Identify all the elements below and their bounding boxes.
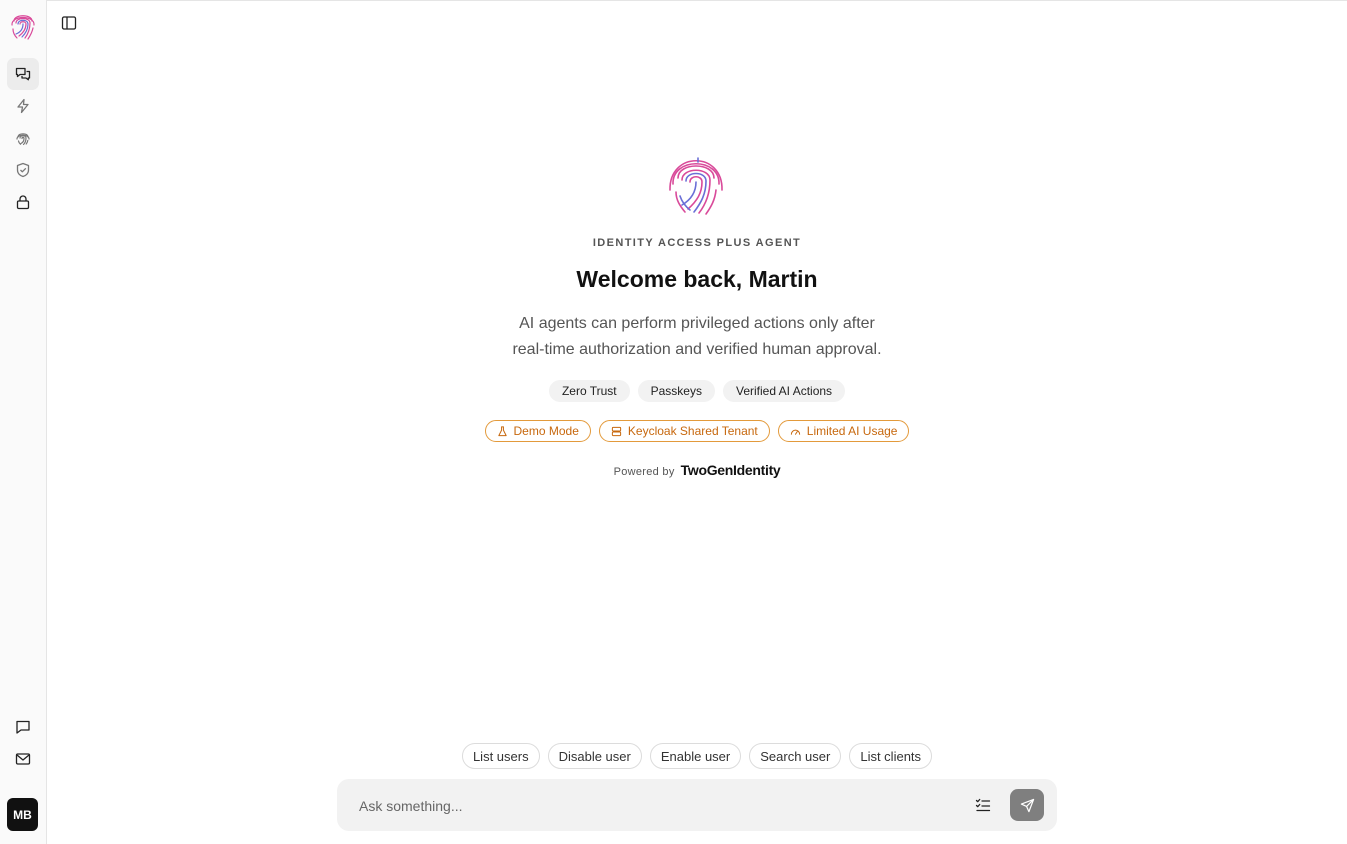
sidebar-toggle-button[interactable]	[58, 12, 80, 34]
fingerprint-logo-icon[interactable]	[8, 9, 38, 41]
feedback-nav-button[interactable]	[7, 711, 39, 743]
subtitle-line-2: real-time authorization and verified hum…	[512, 341, 882, 358]
identity-nav-button[interactable]	[7, 122, 39, 154]
demo-mode-badge: Demo Mode	[484, 420, 591, 442]
badge-label: Limited AI Usage	[806, 424, 898, 438]
badge-label: Demo Mode	[513, 424, 579, 438]
list-checks-icon	[975, 798, 991, 812]
suggestion-chips: List users Disable user Enable user Sear…	[47, 743, 1347, 769]
suggestion-disable-user[interactable]: Disable user	[547, 743, 642, 769]
security-nav-button[interactable]	[7, 154, 39, 186]
top-border	[0, 0, 1347, 1]
hero-fingerprint-logo-icon	[669, 157, 723, 215]
usage-badge: Limited AI Usage	[777, 420, 910, 442]
feature-pill: Passkeys	[637, 380, 715, 402]
powered-by-label: Powered by	[613, 466, 675, 478]
task-list-button[interactable]	[973, 795, 993, 815]
feature-pills: Zero Trust Passkeys Verified AI Actions	[47, 380, 1347, 402]
badge-label: Keycloak Shared Tenant	[627, 424, 758, 438]
left-rail: MB	[0, 0, 47, 844]
chats-icon	[15, 67, 31, 81]
flask-icon	[497, 425, 507, 436]
automations-nav-button[interactable]	[7, 90, 39, 122]
fingerprint-icon	[16, 133, 30, 146]
sidebar-panel-icon	[61, 16, 77, 30]
user-avatar[interactable]: MB	[7, 798, 38, 831]
chat-composer	[337, 779, 1057, 831]
feature-pill: Verified AI Actions	[722, 380, 846, 402]
subtitle-line-1: AI agents can perform privileged actions…	[519, 315, 875, 332]
suggestion-list-clients[interactable]: List clients	[849, 743, 933, 769]
mail-nav-button[interactable]	[7, 743, 39, 775]
page-title: Welcome back, Martin	[576, 266, 818, 292]
status-badges: Demo Mode Keycloak Shared Tenant Limited…	[47, 420, 1347, 442]
lock-icon	[16, 195, 30, 210]
chat-input[interactable]	[357, 791, 961, 821]
tenant-badge: Keycloak Shared Tenant	[598, 420, 770, 442]
gauge-icon	[790, 429, 800, 435]
mail-icon	[15, 753, 31, 765]
conversations-nav-button[interactable]	[7, 58, 39, 90]
send-icon	[1020, 798, 1034, 812]
powered-by: Powered by TwoGenIdentity	[47, 462, 1347, 478]
feature-pill: Zero Trust	[548, 380, 630, 402]
message-square-icon	[16, 720, 30, 734]
suggestion-search-user[interactable]: Search user	[749, 743, 842, 769]
server-icon	[611, 426, 622, 436]
hero-subtitle: AI agents can perform privileged actions…	[47, 311, 1347, 363]
agent-eyebrow: IDENTITY ACCESS PLUS AGENT	[592, 237, 802, 249]
brand-name[interactable]: TwoGenIdentity	[681, 462, 781, 478]
access-nav-button[interactable]	[7, 186, 39, 218]
suggestion-list-users[interactable]: List users	[461, 743, 540, 769]
shield-check-icon	[16, 162, 30, 178]
send-button[interactable]	[1010, 789, 1044, 821]
lightning-icon	[17, 98, 29, 114]
suggestion-enable-user[interactable]: Enable user	[649, 743, 742, 769]
